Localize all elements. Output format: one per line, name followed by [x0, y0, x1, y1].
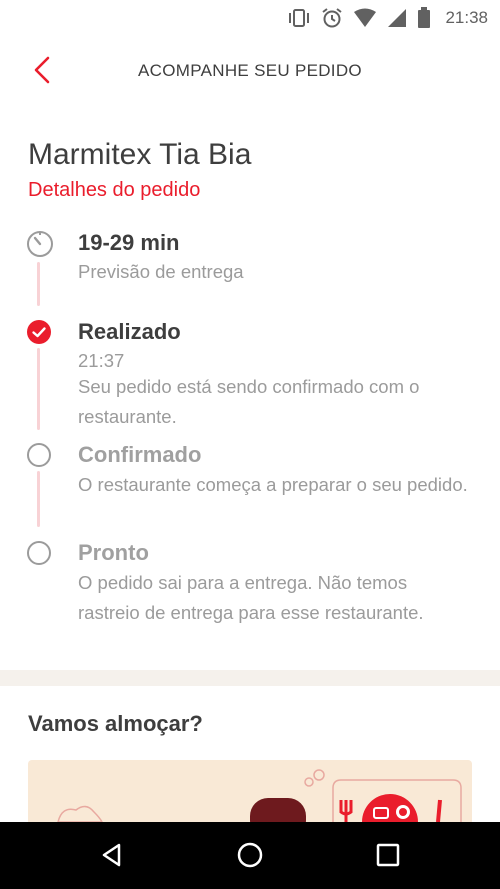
eta-time: 19-29 min	[78, 230, 180, 255]
order-details-link[interactable]: Detalhes do pedido	[28, 179, 200, 202]
alarm-icon	[321, 7, 343, 29]
promo-banner[interactable]	[28, 760, 472, 822]
empty-circle-icon	[26, 442, 52, 468]
timeline-line	[37, 471, 40, 527]
nav-back-button[interactable]	[94, 839, 130, 875]
signal-icon	[387, 8, 407, 28]
stopwatch-icon	[26, 230, 53, 257]
promo-title: Vamos almoçar?	[28, 711, 203, 736]
promo-illustration	[57, 769, 462, 822]
step-title: Pronto	[78, 540, 149, 565]
app-bar: ACOMPANHE SEU PEDIDO	[0, 36, 500, 108]
section-divider	[0, 670, 500, 686]
system-nav-bar	[0, 822, 500, 889]
step-title: Realizado	[78, 319, 181, 344]
step-title: Confirmado	[78, 442, 202, 467]
back-triangle-icon	[99, 842, 125, 873]
check-circle-icon	[26, 319, 52, 345]
eta-label: Previsão de entrega	[78, 261, 244, 282]
store-name: Marmitex Tia Bia	[28, 138, 252, 171]
step-description: O restaurante começa a preparar o seu pe…	[78, 474, 468, 495]
battery-icon	[417, 7, 431, 29]
vibrate-icon	[287, 8, 311, 28]
status-icons: 21:38	[287, 6, 488, 30]
nav-home-button[interactable]	[232, 839, 268, 875]
timeline-line	[37, 348, 40, 430]
status-time: 21:38	[445, 8, 488, 27]
empty-circle-icon	[26, 540, 52, 566]
step-description: Seu pedido está sendo confirmado com o r…	[78, 376, 420, 427]
step-description: O pedido sai para a entrega. Não temos r…	[78, 572, 424, 623]
nav-recents-button[interactable]	[370, 839, 406, 875]
wifi-icon	[353, 8, 377, 28]
page-title: ACOMPANHE SEU PEDIDO	[138, 61, 362, 80]
recents-square-icon	[375, 842, 401, 873]
timeline-line	[37, 262, 40, 306]
status-bar: 21:38	[0, 0, 500, 36]
home-circle-icon	[236, 841, 264, 874]
